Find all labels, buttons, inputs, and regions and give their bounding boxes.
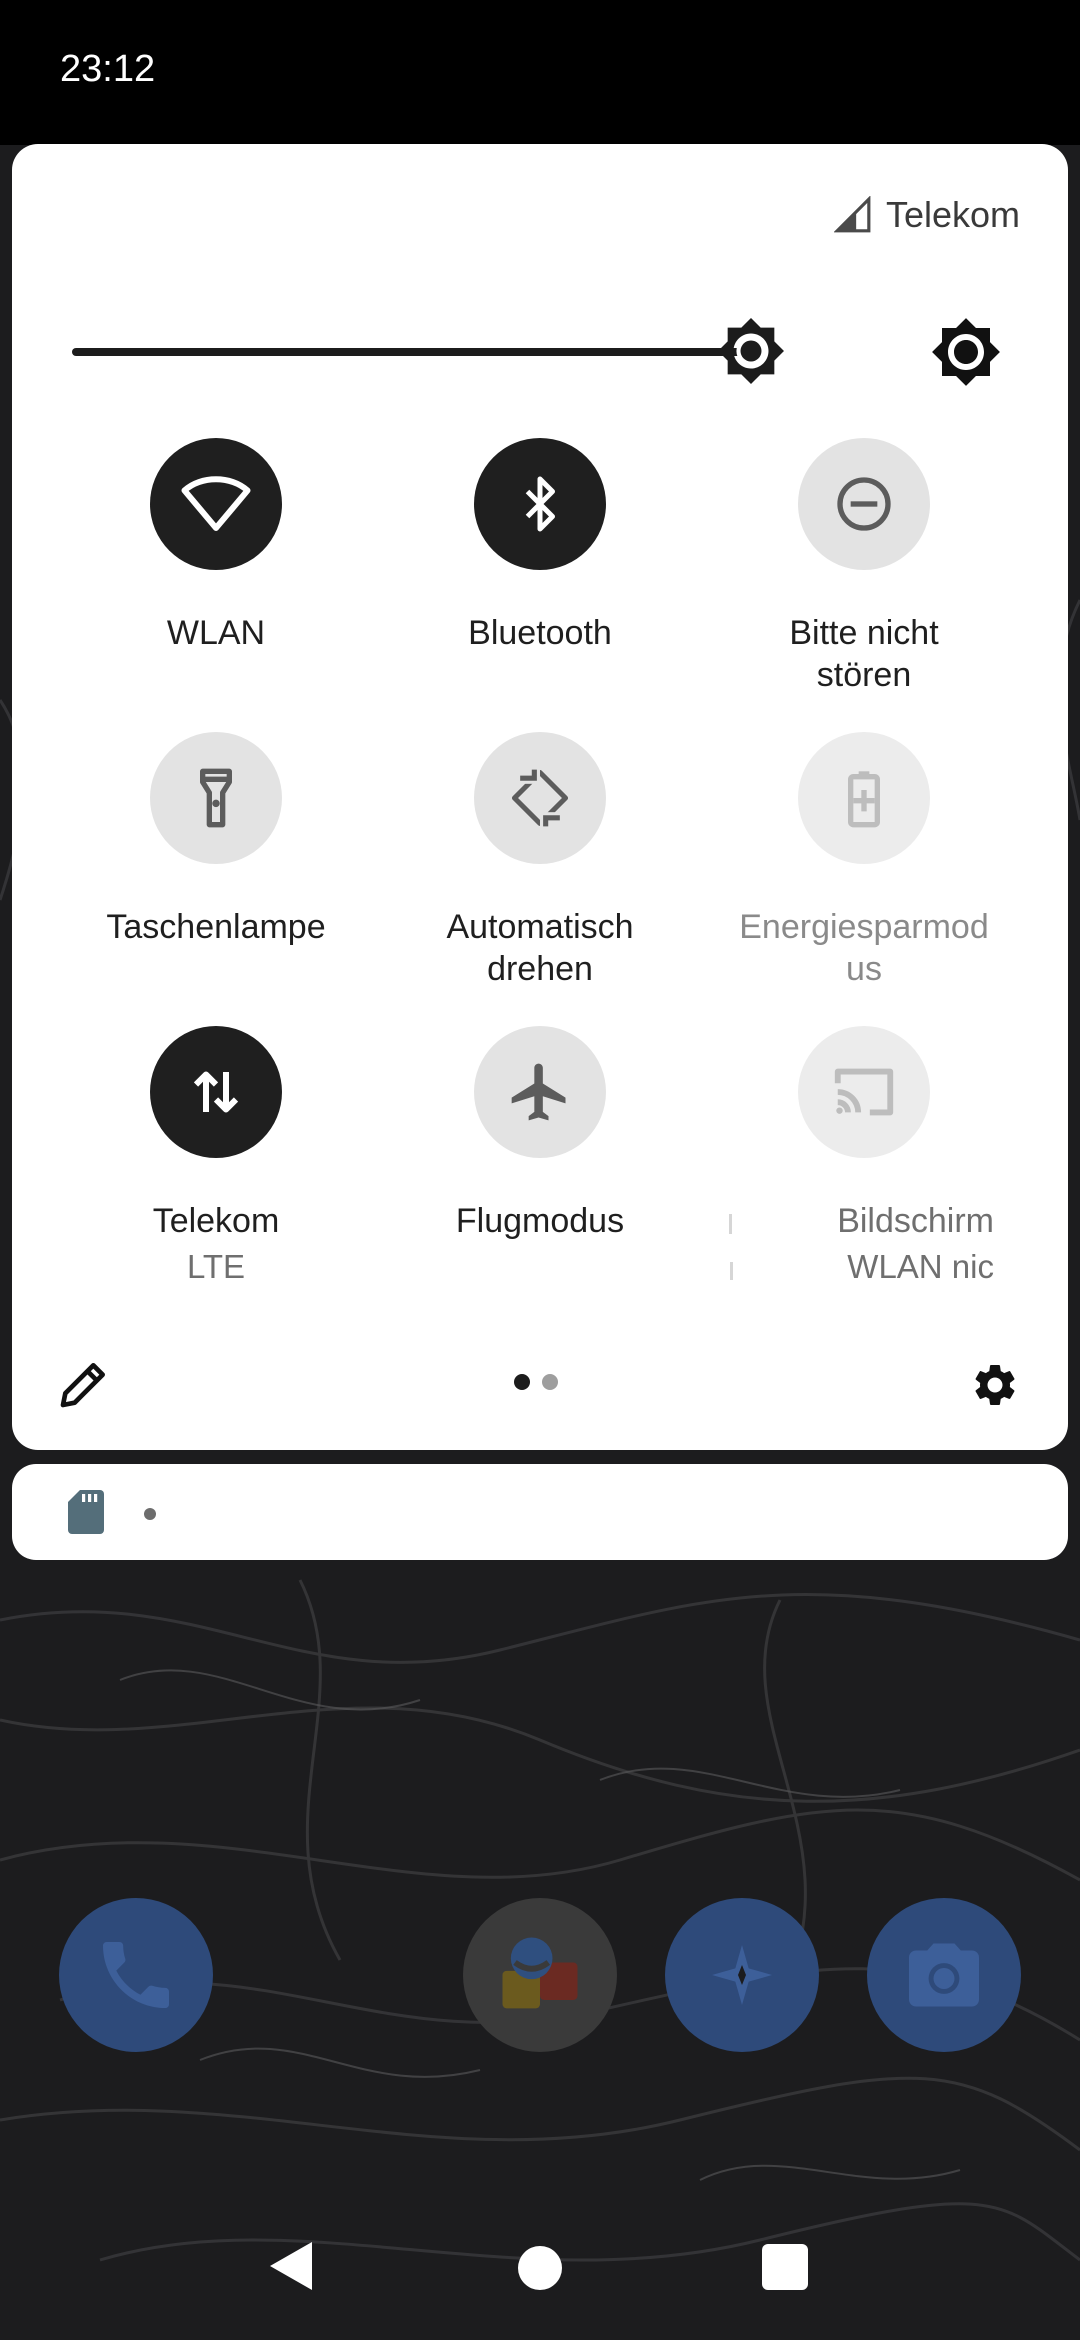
dock-phone[interactable] — [59, 1898, 213, 2052]
clock: 23:12 — [60, 48, 156, 90]
cast-icon — [834, 1068, 894, 1116]
tile-wlan[interactable]: WLAN — [66, 438, 366, 654]
next-page-peek — [729, 1210, 735, 1236]
tile-flashlight[interactable]: Taschenlampe — [66, 732, 366, 948]
quick-settings-footer — [12, 1344, 1068, 1424]
brightness-control — [72, 314, 1032, 394]
tile-flashlight-button[interactable] — [150, 732, 282, 864]
tile-wlan-button[interactable] — [150, 438, 282, 570]
carrier-name: Telekom — [885, 194, 1020, 235]
page-dot-active — [514, 1374, 530, 1390]
carrier-indicator: Telekom — [833, 194, 1020, 236]
compass-icon — [712, 1945, 772, 2005]
tile-bluetooth-label: Bluetooth — [468, 614, 612, 652]
gear-icon[interactable] — [970, 1360, 1020, 1410]
tile-mobile-data[interactable]: Telekom LTE — [66, 1026, 366, 1286]
notification-row[interactable] — [12, 1464, 1068, 1560]
airplane-icon — [511, 1063, 566, 1121]
camera-icon — [909, 1943, 979, 2007]
page-indicator — [514, 1374, 558, 1390]
tile-battery-saver-label: Energiesparmod us — [739, 908, 989, 988]
tile-mobile-data-label: Telekom — [152, 1202, 280, 1240]
navigation-bar — [0, 2210, 1080, 2320]
mobile-data-icon — [193, 1071, 239, 1113]
tile-auto-rotate[interactable]: Automatisch drehen — [390, 732, 690, 990]
tile-airplane-mode-label: Flugmodus — [455, 1202, 625, 1240]
dock-compass[interactable] — [665, 1898, 819, 2052]
wifi-icon — [181, 476, 251, 531]
recents-button[interactable] — [762, 2244, 808, 2290]
tile-airplane-mode[interactable]: Flugmodus — [390, 1026, 690, 1242]
brightness-auto-icon[interactable] — [930, 316, 1002, 388]
quick-settings-panel: Telekom WLAN Bluetooth Bitte nicht störe… — [12, 144, 1068, 1450]
brightness-slider-thumb-icon[interactable] — [716, 316, 786, 386]
do-not-disturb-icon — [837, 477, 891, 531]
auto-rotate-icon — [511, 766, 569, 830]
tile-screen-cast-sublabel: WLAN nic — [847, 1248, 994, 1285]
messages-icon — [502, 1937, 578, 2009]
dock-camera[interactable] — [867, 1898, 1021, 2052]
tile-do-not-disturb-button[interactable] — [798, 438, 930, 570]
bluetooth-icon — [525, 476, 555, 532]
tile-auto-rotate-label: Automatisch drehen — [446, 908, 634, 988]
home-button[interactable] — [518, 2246, 562, 2290]
tile-do-not-disturb[interactable]: Bitte nicht stören — [714, 438, 1014, 696]
edit-pencil-icon[interactable] — [56, 1356, 112, 1412]
tile-screen-cast[interactable]: Bildschirm WLAN nic — [714, 1026, 1014, 1286]
tile-screen-cast-text: Bildschirm WLAN nic — [734, 1200, 994, 1286]
tile-bluetooth-button[interactable] — [474, 438, 606, 570]
brightness-slider[interactable] — [72, 348, 751, 356]
flashlight-icon — [200, 768, 232, 828]
tile-flashlight-label: Taschenlampe — [106, 908, 326, 946]
back-icon[interactable] — [268, 2240, 314, 2292]
tile-do-not-disturb-label: Bitte nicht stören — [789, 614, 939, 694]
dock-messages[interactable] — [463, 1898, 617, 2052]
tile-screen-cast-button[interactable] — [798, 1026, 930, 1158]
battery-saver-icon — [848, 771, 880, 828]
tile-screen-cast-label: Bildschirm — [837, 1202, 994, 1240]
tile-wlan-label: WLAN — [166, 614, 266, 652]
signal-icon — [833, 196, 871, 233]
tile-auto-rotate-button[interactable] — [474, 732, 606, 864]
tile-mobile-data-sublabel: LTE — [186, 1248, 246, 1285]
tile-airplane-mode-button[interactable] — [474, 1026, 606, 1158]
status-bar: 23:12 — [0, 0, 1080, 145]
tile-battery-saver[interactable]: Energiesparmod us — [714, 732, 1014, 990]
tile-bluetooth[interactable]: Bluetooth — [390, 438, 690, 654]
phone-icon — [103, 1942, 169, 2008]
tile-battery-saver-button[interactable] — [798, 732, 930, 864]
tile-mobile-data-button[interactable] — [150, 1026, 282, 1158]
notification-separator-dot — [144, 1508, 156, 1520]
next-page-peek-sub — [730, 1258, 736, 1282]
page-dot — [542, 1374, 558, 1390]
sd-card-icon — [68, 1490, 104, 1534]
